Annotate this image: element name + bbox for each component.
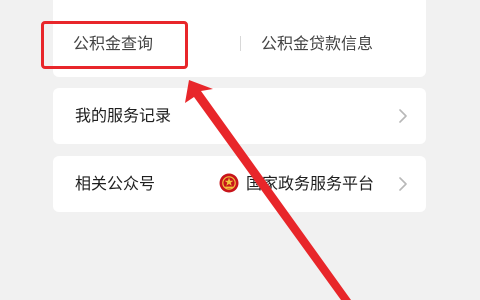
chevron-right-icon	[399, 109, 407, 123]
service-records-label: 我的服务记录	[75, 106, 172, 125]
chevron-right-icon	[399, 177, 407, 191]
national-emblem-icon	[219, 173, 239, 193]
tab-divider	[240, 36, 241, 51]
tab-housing-fund-loan-info[interactable]: 公积金贷款信息	[261, 33, 373, 55]
annotation-highlight-box	[41, 21, 188, 69]
related-accounts-label: 相关公众号	[75, 174, 156, 193]
government-platform-name: 国家政务服务平台	[246, 174, 375, 193]
